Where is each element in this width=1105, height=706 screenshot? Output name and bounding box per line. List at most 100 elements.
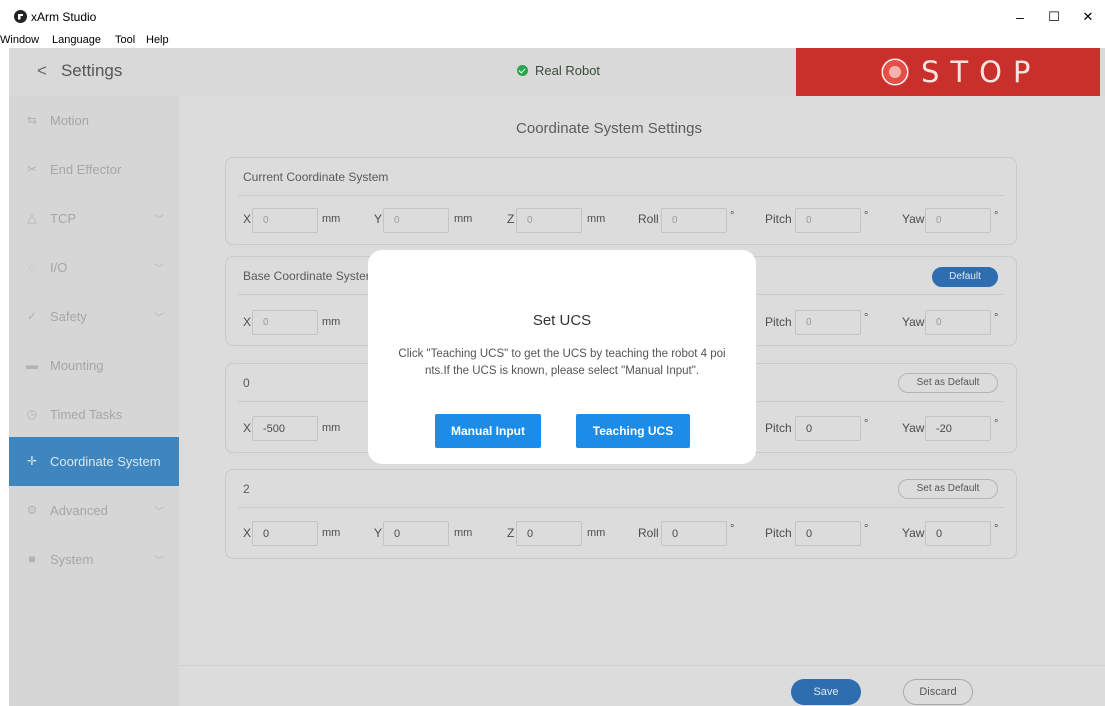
timed-tasks-icon: ◷: [26, 407, 38, 421]
y-label: Y: [374, 212, 383, 226]
sidebar-item-end-effector[interactable]: ✂ End Effector: [9, 145, 179, 194]
back-button[interactable]: < Settings: [37, 61, 122, 81]
x-input[interactable]: [252, 521, 318, 546]
z-input[interactable]: [516, 208, 582, 233]
sidebar-item-coordinate-system[interactable]: ✛ Coordinate System: [9, 437, 179, 486]
mm-unit: mm: [322, 527, 341, 539]
sidebar-item-system[interactable]: ■ System ﹀: [9, 535, 179, 584]
roll-label: Roll: [638, 526, 659, 540]
x-label: X: [243, 212, 252, 226]
save-button[interactable]: Save: [791, 679, 861, 705]
dialog-message-line: Click "Teaching UCS" to get the UCS by t…: [398, 348, 726, 360]
sidebar-item-label: System: [50, 552, 94, 567]
set-ucs-dialog: Set UCS Click "Teaching UCS" to get the …: [368, 250, 756, 464]
z-label: Z: [507, 212, 515, 226]
pitch-label: Pitch: [765, 526, 792, 540]
mm-unit: mm: [454, 213, 473, 225]
stop-power-icon: [881, 58, 909, 86]
mm-unit: mm: [322, 213, 341, 225]
roll-input[interactable]: [661, 521, 727, 546]
card-title: 0: [243, 376, 250, 390]
degree-unit: °: [994, 418, 999, 430]
card-title: 2: [243, 482, 250, 496]
menu-help[interactable]: Help: [146, 34, 169, 47]
mm-unit: mm: [587, 527, 606, 539]
pitch-label: Pitch: [765, 212, 792, 226]
degree-unit: °: [864, 418, 869, 430]
chevron-down-icon: ﹀: [154, 264, 164, 275]
mm-unit: mm: [454, 527, 473, 539]
sidebar-item-tcp[interactable]: △ TCP ﹀: [9, 194, 179, 243]
roll-label: Roll: [638, 212, 659, 226]
sidebar-item-safety[interactable]: ✓ Safety ﹀: [9, 292, 179, 341]
sidebar-item-advanced[interactable]: ⚙ Advanced ﹀: [9, 486, 179, 535]
z-label: Z: [507, 526, 515, 540]
sidebar-item-io[interactable]: ◌ I/O ﹀: [9, 243, 179, 292]
chevron-left-icon: <: [37, 61, 47, 80]
discard-button[interactable]: Discard: [903, 679, 973, 705]
stop-button[interactable]: STOP: [796, 48, 1100, 96]
sidebar-item-label: Safety: [50, 309, 87, 324]
degree-unit: °: [730, 523, 735, 535]
yaw-input[interactable]: [925, 208, 991, 233]
default-button[interactable]: Default: [932, 267, 998, 287]
maximize-button[interactable]: ☐: [1037, 6, 1071, 28]
menu-tool[interactable]: Tool: [115, 34, 135, 47]
degree-unit: °: [994, 312, 999, 324]
dialog-message-line: nts.If the UCS is known, please select "…: [424, 365, 700, 377]
z-input[interactable]: [516, 521, 582, 546]
x-input[interactable]: [252, 208, 318, 233]
app-logo-icon: [14, 10, 27, 23]
divider: [238, 507, 1004, 508]
pitch-input[interactable]: [795, 310, 861, 335]
safety-icon: ✓: [26, 309, 38, 323]
x-input[interactable]: [252, 310, 318, 335]
back-label: Settings: [60, 61, 123, 80]
sidebar-item-label: I/O: [50, 260, 68, 275]
check-circle-icon: [517, 65, 528, 76]
x-label: X: [243, 421, 252, 435]
menu-window[interactable]: Window: [0, 34, 39, 47]
mm-unit: mm: [322, 422, 341, 434]
yaw-input[interactable]: [925, 521, 991, 546]
coordinate-2-card: 2 Set as Default X mm Y mm Z mm Roll ° P…: [225, 469, 1017, 559]
degree-unit: °: [864, 210, 869, 222]
pitch-input[interactable]: [795, 208, 861, 233]
divider: [238, 195, 1004, 196]
set-as-default-button[interactable]: Set as Default: [898, 479, 998, 499]
roll-input[interactable]: [661, 208, 727, 233]
chevron-down-icon: ﹀: [154, 507, 164, 518]
card-title: Base Coordinate Syster: [243, 269, 370, 283]
dialog-message: Click "Teaching UCS" to get the UCS by t…: [390, 346, 734, 380]
sidebar-item-timed-tasks[interactable]: ◷ Timed Tasks: [9, 390, 179, 439]
sidebar-item-motion[interactable]: ⇆ Motion: [9, 96, 179, 145]
pitch-input[interactable]: [795, 416, 861, 441]
sidebar-item-label: Timed Tasks: [50, 407, 123, 422]
sidebar-item-label: Mounting: [50, 358, 104, 373]
set-as-default-button[interactable]: Set as Default: [898, 373, 998, 393]
sidebar-item-mounting[interactable]: ▬ Mounting: [9, 341, 179, 390]
yaw-label: Yaw: [902, 212, 925, 226]
motion-icon: ⇆: [26, 113, 38, 127]
teaching-ucs-button[interactable]: Teaching UCS: [576, 414, 690, 448]
card-title: Current Coordinate System: [243, 170, 389, 184]
y-input[interactable]: [383, 208, 449, 233]
sidebar-item-label: TCP: [50, 211, 76, 226]
y-input[interactable]: [383, 521, 449, 546]
sidebar-item-label: Advanced: [50, 503, 108, 518]
degree-unit: °: [864, 523, 869, 535]
yaw-input[interactable]: [925, 416, 991, 441]
x-label: X: [243, 526, 252, 540]
x-input[interactable]: [252, 416, 318, 441]
pitch-input[interactable]: [795, 521, 861, 546]
window-title: xArm Studio: [31, 10, 97, 24]
close-button[interactable]: ✕: [1071, 6, 1105, 28]
mm-unit: mm: [322, 316, 341, 328]
minimize-button[interactable]: –: [1003, 6, 1037, 28]
robot-status: Real Robot: [517, 63, 600, 78]
manual-input-button[interactable]: Manual Input: [435, 414, 541, 448]
yaw-input[interactable]: [925, 310, 991, 335]
menu-language[interactable]: Language: [52, 34, 101, 47]
yaw-label: Yaw: [902, 315, 925, 329]
current-coordinate-card: Current Coordinate System X mm Y mm Z mm…: [225, 157, 1017, 245]
